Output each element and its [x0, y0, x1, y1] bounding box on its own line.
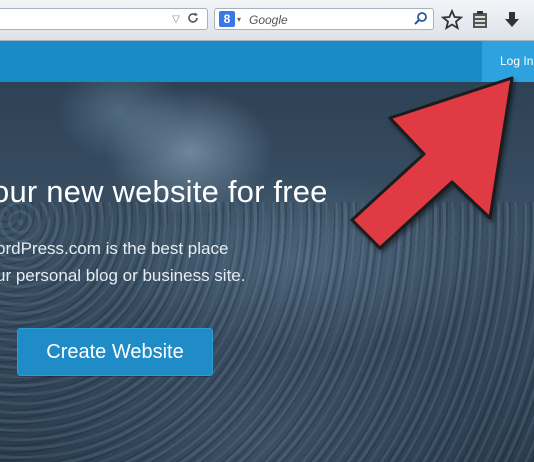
annotation-arrow-icon [350, 76, 514, 250]
url-dropdown-icon[interactable]: ▽ [169, 13, 183, 27]
hero-subtitle-line2: ur personal blog or business site. [0, 266, 246, 285]
reload-icon[interactable] [185, 11, 201, 27]
engine-caret-icon[interactable]: ▾ [237, 13, 241, 27]
search-icon[interactable] [413, 11, 429, 27]
hero-title: our new website for free [0, 174, 328, 209]
clipboard-icon[interactable] [468, 8, 492, 32]
search-placeholder: Google [249, 13, 288, 27]
download-icon[interactable] [500, 8, 524, 32]
create-website-button[interactable]: Create Website [17, 328, 213, 376]
search-bar[interactable]: 8 ▾ Google [214, 8, 434, 30]
bookmark-star-icon[interactable] [440, 8, 464, 32]
google-icon[interactable]: 8 [219, 11, 235, 27]
url-bar[interactable]: ▽ [0, 8, 208, 30]
browser-toolbar: ▽ 8 ▾ Google [0, 0, 534, 41]
hero-subtitle-line1: ordPress.com is the best place [0, 239, 229, 258]
